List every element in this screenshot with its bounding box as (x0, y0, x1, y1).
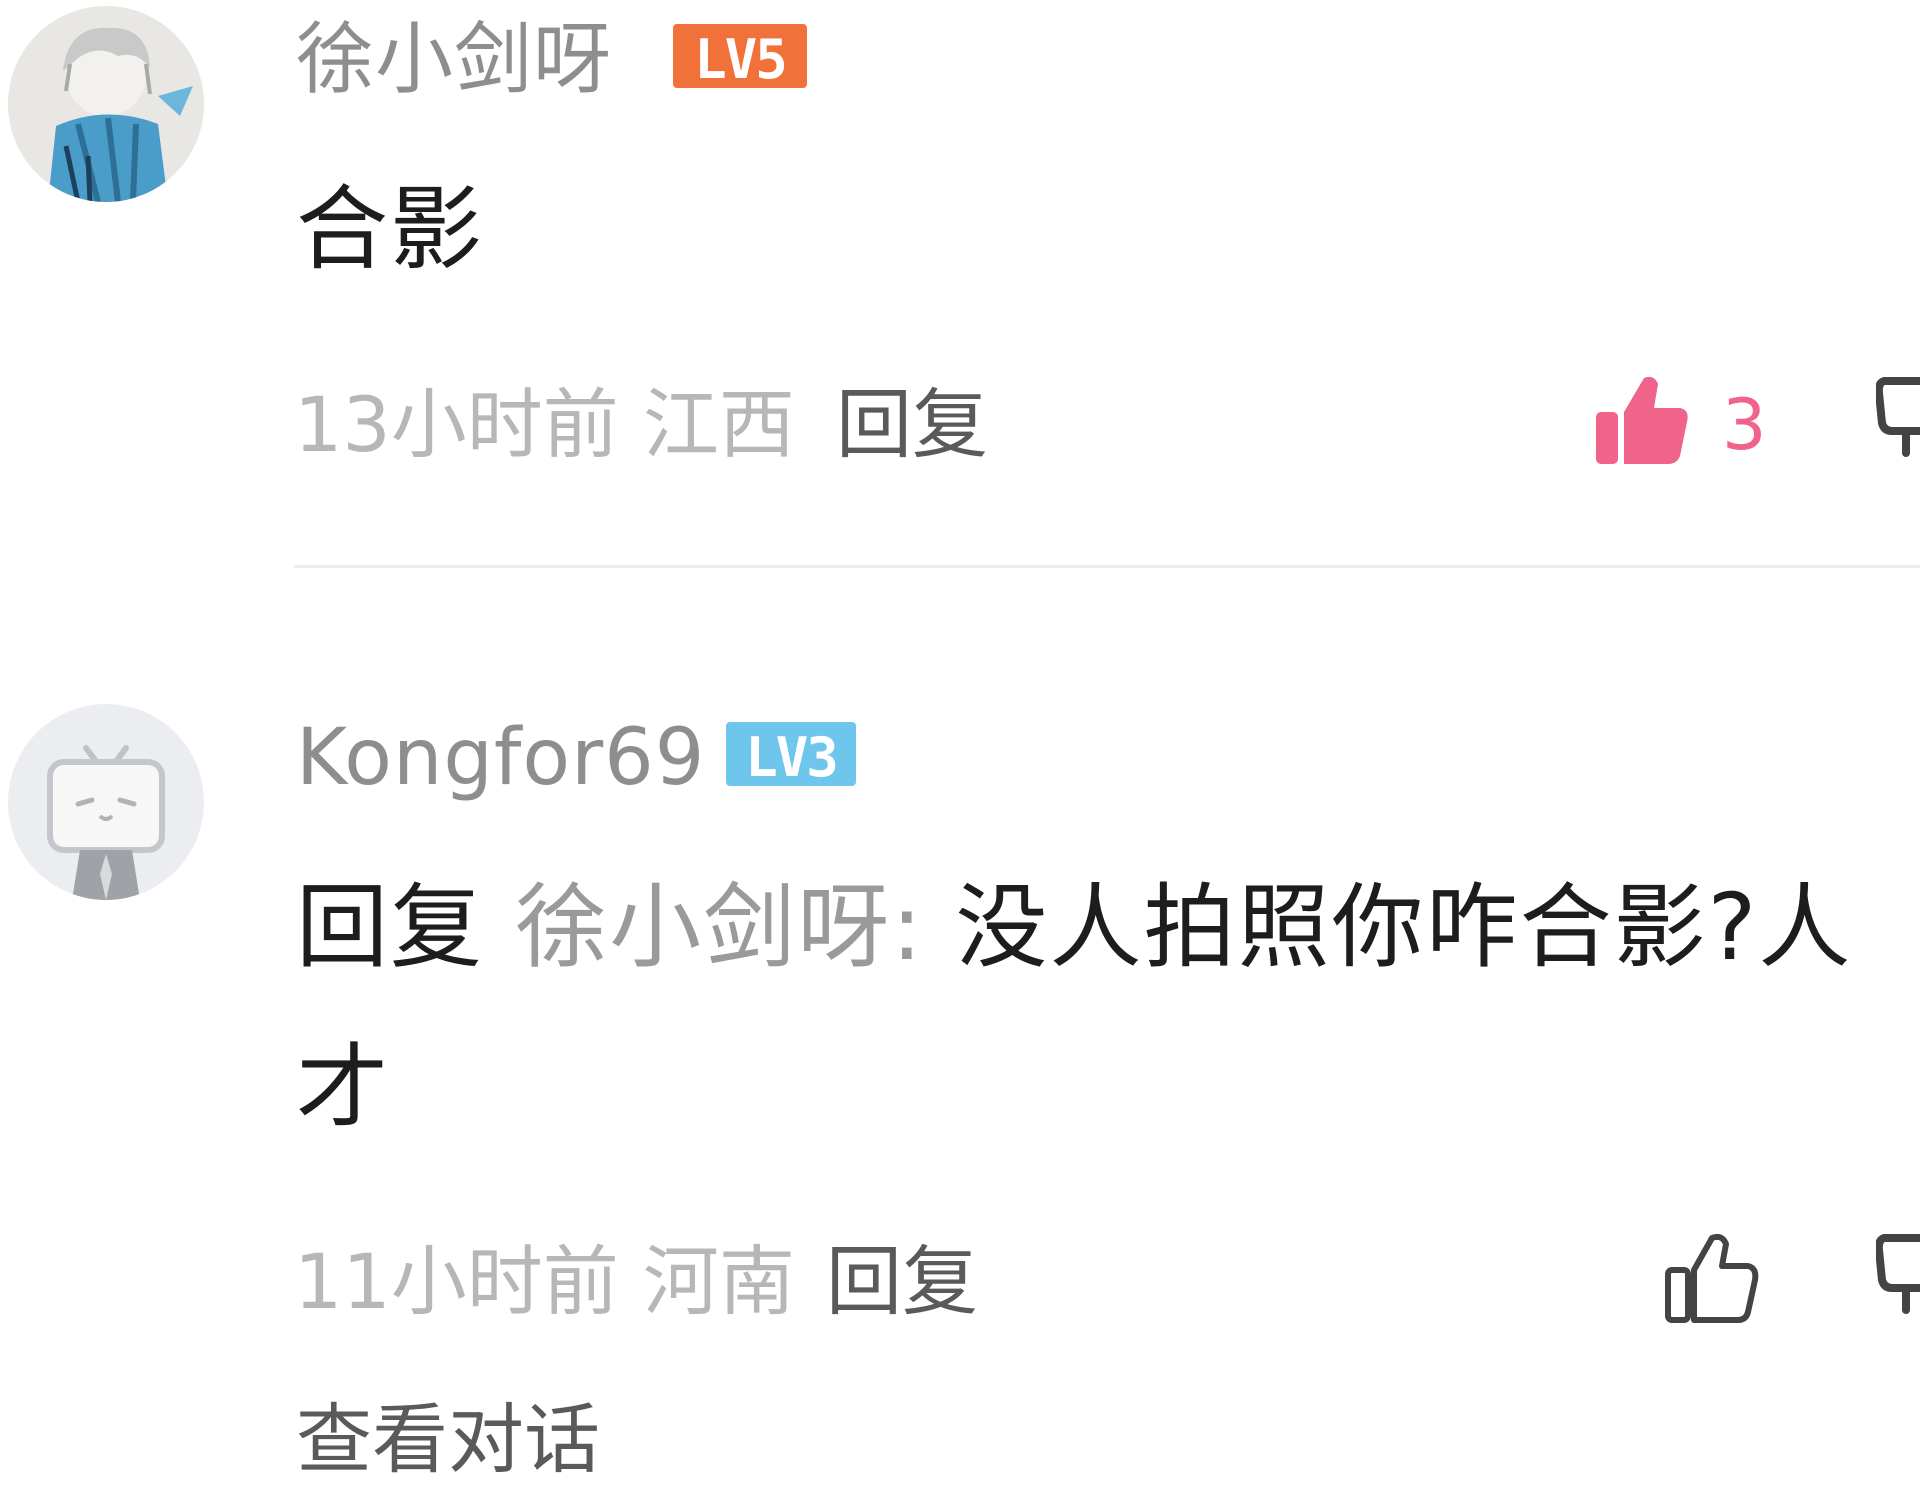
level-badge: LV3 (726, 722, 856, 789)
time-location: 11小时前 河南 (294, 1237, 795, 1326)
comment-text: 合影 (296, 176, 485, 283)
user-avatar[interactable] (8, 6, 204, 202)
bilibili-tv-default-avatar-icon (8, 704, 204, 900)
thumbs-down-icon[interactable] (1876, 1232, 1920, 1328)
anime-boy-avatar-icon (8, 6, 204, 202)
like-count: 3 (1722, 384, 1767, 466)
divider (294, 565, 1920, 568)
thumbs-up-icon[interactable] (1592, 372, 1692, 468)
reply-button[interactable]: 回复 (826, 1234, 978, 1330)
thumbs-down-icon[interactable] (1876, 375, 1920, 471)
username[interactable]: Kongfor69 (296, 710, 705, 806)
reply-prefix: 回复 (296, 874, 485, 981)
level-badge: LV5 (673, 24, 807, 91)
mention-username[interactable]: 徐小剑呀: (515, 874, 924, 981)
user-avatar[interactable] (8, 704, 204, 900)
reply-button[interactable]: 回复 (836, 377, 988, 473)
thumbs-up-outline-icon[interactable] (1664, 1230, 1760, 1326)
username[interactable]: 徐小剑呀 (296, 12, 612, 108)
view-conversation-link[interactable]: 查看对话 (296, 1392, 600, 1488)
comment-text: 回复 徐小剑呀: 没人拍照你咋合影?人才 (296, 848, 1920, 1168)
time-location: 13小时前 江西 (294, 380, 795, 469)
